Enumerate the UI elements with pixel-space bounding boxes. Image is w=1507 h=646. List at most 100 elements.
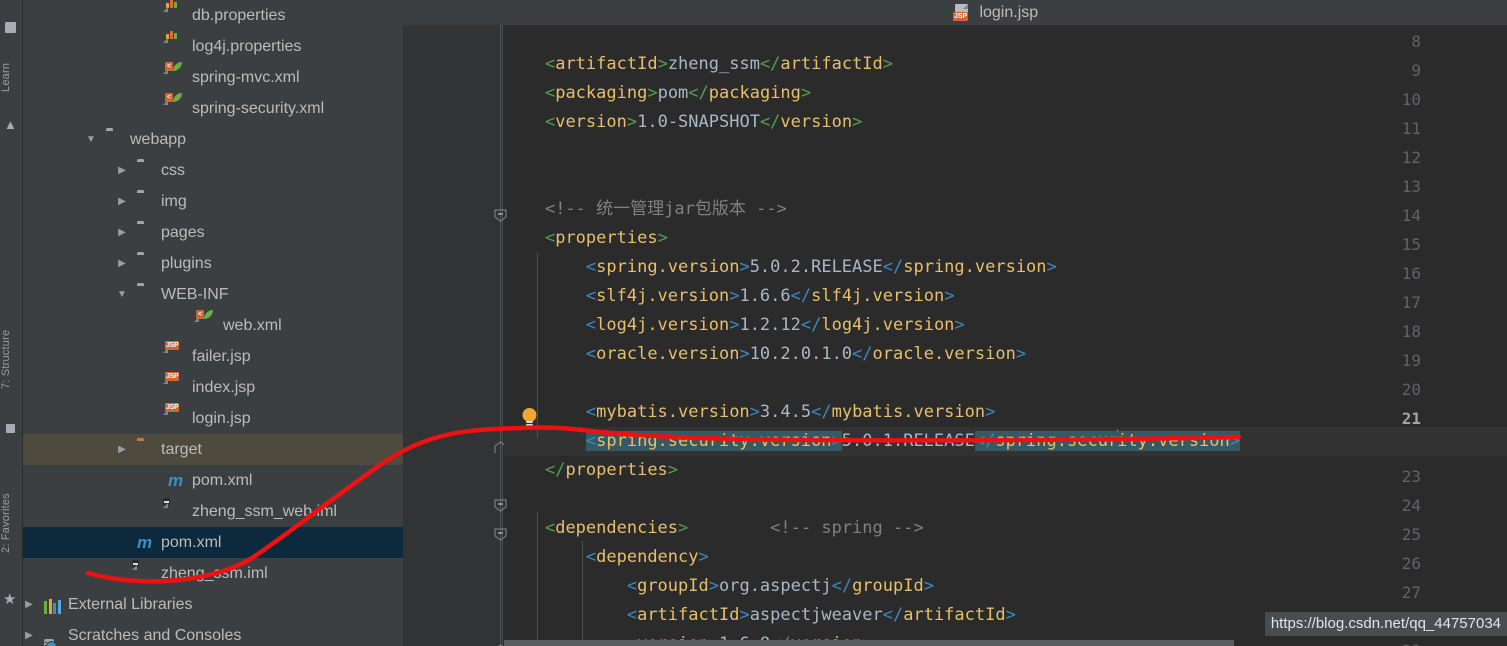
- left-tool-strip: Learn ▲ 7: Structure 2: Favorites ★: [0, 0, 23, 646]
- tree-item-label: spring-security.xml: [192, 100, 325, 117]
- tool-window-learn[interactable]: Learn: [0, 40, 22, 114]
- code-token: <: [585, 431, 597, 451]
- tree-item-plugins[interactable]: ▶ plugins: [22, 248, 403, 279]
- project-tree-panel[interactable]: db.properties log4j.properties < spring-mvc…: [22, 0, 403, 646]
- chevron-right-icon[interactable]: ▶: [115, 155, 129, 186]
- tree-item-label: db.properties: [192, 7, 286, 24]
- code-line[interactable]: </properties>: [504, 456, 1507, 485]
- code-line[interactable]: <groupId>org.aspectj</groupId>: [504, 572, 1507, 601]
- chevron-down-icon[interactable]: ▼: [115, 279, 129, 310]
- fold-line: [500, 25, 501, 646]
- project-tool-icon[interactable]: [5, 22, 16, 33]
- code-line[interactable]: [504, 485, 1507, 514]
- code-token: dependencies: [555, 518, 679, 538]
- tree-item-web-inf[interactable]: ▼ WEB-INF: [22, 279, 403, 310]
- chevron-right-icon[interactable]: ▶: [115, 248, 129, 279]
- graduation-cap-icon: ▲: [4, 117, 17, 132]
- tree-item-failer-jsp[interactable]: JSP failer.jsp: [22, 341, 403, 372]
- tree-item-pom-xml[interactable]: m pom.xml: [22, 527, 403, 558]
- chevron-down-icon[interactable]: ▼: [84, 124, 98, 155]
- tool-window-favorites[interactable]: 2: Favorites: [0, 460, 22, 586]
- code-token: groupId: [852, 576, 924, 596]
- chevron-right-icon[interactable]: ▶: [115, 186, 129, 217]
- code-token: >: [729, 315, 740, 335]
- code-token: 1.0-SNAPSHOT: [637, 112, 760, 132]
- code-line[interactable]: <dependency>: [504, 543, 1507, 572]
- tree-item-scratches-and-consoles[interactable]: ▶ >_ Scratches and Consoles: [22, 620, 403, 646]
- code-token: >: [831, 431, 842, 451]
- chevron-right-icon[interactable]: ▶: [115, 434, 129, 465]
- code-token: oracle.version: [872, 344, 1016, 364]
- code-token: <!-- 统一管理jar包版本 -->: [544, 199, 787, 219]
- tree-item-label: External Libraries: [68, 596, 193, 613]
- code-line[interactable]: <slf4j.version>1.6.6</slf4j.version>: [504, 282, 1507, 311]
- code-line[interactable]: <packaging>pom</packaging>: [504, 79, 1507, 108]
- tree-item-pom-xml[interactable]: m pom.xml: [22, 465, 403, 496]
- code-line[interactable]: <version>1.0-SNAPSHOT</version>: [504, 108, 1507, 137]
- tree-item-webapp[interactable]: ▼ webapp: [22, 124, 403, 155]
- code-token: log4j.version: [596, 315, 730, 335]
- tree-item-external-libraries[interactable]: ▶ External Libraries: [22, 589, 403, 620]
- code-token: <: [544, 83, 556, 103]
- chevron-right-icon[interactable]: ▶: [115, 217, 129, 248]
- code-token: <: [626, 576, 638, 596]
- code-line[interactable]: [504, 137, 1507, 166]
- code-line[interactable]: <!-- 统一管理jar包版本 -->: [504, 195, 1507, 224]
- jsp-file-icon: JSP: [953, 3, 971, 21]
- code-token: </: [882, 605, 904, 625]
- tree-item-label: web.xml: [223, 317, 282, 334]
- code-token: artifactId: [637, 605, 740, 625]
- tree-item-db-properties[interactable]: db.properties: [22, 0, 403, 31]
- tree-item-target[interactable]: ▶ target: [22, 434, 403, 465]
- code-line[interactable]: <oracle.version>10.2.0.1.0</oracle.versi…: [504, 340, 1507, 369]
- tree-item-web-xml[interactable]: < web.xml: [22, 310, 403, 341]
- tree-item-spring-mvc-xml[interactable]: < spring-mvc.xml: [22, 62, 403, 93]
- code-line[interactable]: [504, 369, 1507, 398]
- code-token: spring.security.version: [596, 431, 832, 451]
- tree-item-zheng-ssm-iml[interactable]: zheng_ssm.iml: [22, 558, 403, 589]
- code-token: version: [780, 112, 853, 132]
- code-line[interactable]: <properties>: [504, 224, 1507, 253]
- code-line[interactable]: <log4j.version>1.2.12</log4j.version>: [504, 311, 1507, 340]
- tree-item-label: log4j.properties: [192, 38, 302, 55]
- code-token: </: [974, 431, 996, 451]
- editor-horizontal-scrollbar[interactable]: [504, 640, 1234, 646]
- tree-item-pages[interactable]: ▶ pages: [22, 217, 403, 248]
- code-line[interactable]: <dependencies> <!-- spring -->: [504, 514, 1507, 543]
- tree-item-label: target: [161, 441, 202, 458]
- code-line[interactable]: <artifactId>zheng_ssm</artifactId>: [504, 50, 1507, 79]
- tree-item-zheng-ssm-web-iml[interactable]: zheng_ssm_web.iml: [22, 496, 403, 527]
- editor-tab-login-jsp[interactable]: JSP login.jsp: [953, 0, 1038, 25]
- code-text-area[interactable]: <artifactId>zheng_ssm</artifactId> <pack…: [504, 25, 1507, 646]
- tree-item-img[interactable]: ▶ img: [22, 186, 403, 217]
- tree-item-index-jsp[interactable]: JSP index.jsp: [22, 372, 403, 403]
- code-token: >: [923, 576, 934, 596]
- chevron-right-icon[interactable]: ▶: [22, 589, 36, 620]
- code-line[interactable]: <mybatis.version>3.4.5</mybatis.version>: [504, 398, 1507, 427]
- editor-tab-strip: JSP login.jsp: [403, 0, 1507, 25]
- tool-window-structure[interactable]: 7: Structure: [0, 300, 22, 418]
- code-token: >: [739, 605, 750, 625]
- code-token: mybatis.version: [596, 402, 750, 422]
- tree-item-css[interactable]: ▶ css: [22, 155, 403, 186]
- code-line[interactable]: [504, 166, 1507, 195]
- editor-gutter[interactable]: [403, 25, 503, 646]
- tree-item-log4j-properties[interactable]: log4j.properties: [22, 31, 403, 62]
- code-token: >: [1229, 431, 1241, 451]
- tree-item-login-jsp[interactable]: JSP login.jsp: [22, 403, 403, 434]
- code-line[interactable]: <spring.version>5.0.2.RELEASE</spring.ve…: [504, 253, 1507, 282]
- structure-icon: [6, 424, 15, 433]
- code-token: >: [985, 402, 996, 422]
- tree-item-spring-security-xml[interactable]: < spring-security.xml: [22, 93, 403, 124]
- code-token: aspectjweaver: [749, 605, 883, 625]
- chevron-right-icon[interactable]: ▶: [22, 620, 36, 646]
- code-editor[interactable]: JSP login.jsp 8 9 10 11 12 13 14 15 16 17 18 19 20 21…: [403, 0, 1507, 646]
- code-line[interactable]: <spring.security.version>5.0.1.RELEASE</…: [504, 427, 1507, 456]
